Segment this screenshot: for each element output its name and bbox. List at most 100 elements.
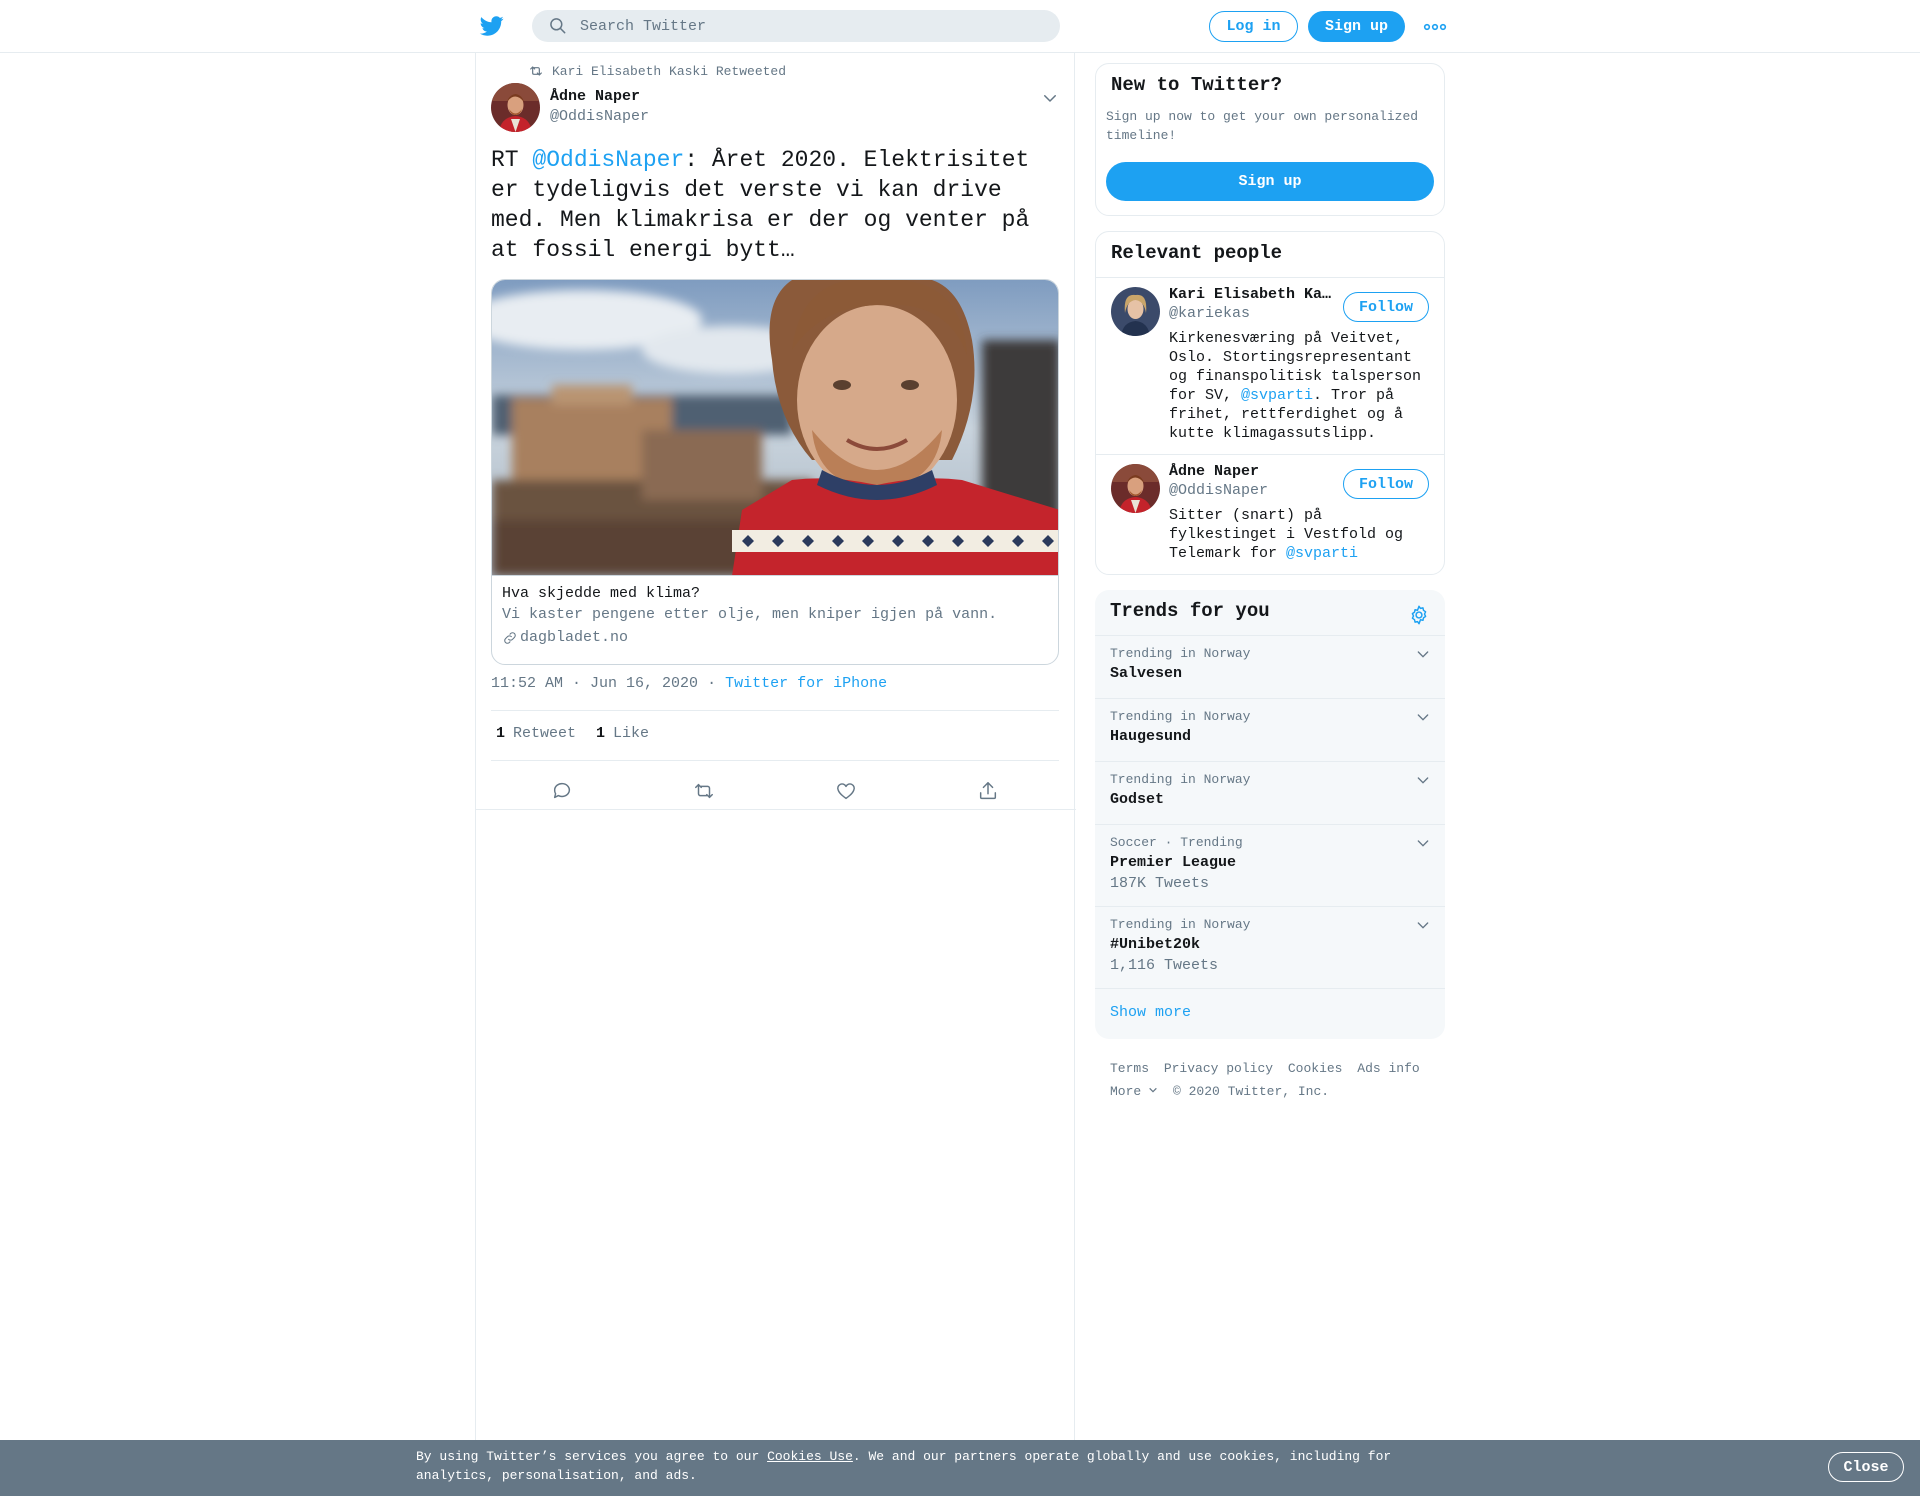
signup-panel: New to Twitter? Sign up now to get your … — [1095, 63, 1445, 216]
like-stat[interactable]: 1 Like — [596, 725, 649, 742]
person-bio: Sitter (snart) på fylkestinget i Vestfol… — [1169, 506, 1434, 563]
footer-more-button[interactable]: More — [1110, 1084, 1158, 1099]
trend-name[interactable]: Premier League — [1110, 854, 1236, 871]
card-domain: dagbladet.no — [502, 629, 628, 646]
signup-panel-button[interactable]: Sign up — [1106, 162, 1434, 201]
person-name[interactable]: Kari Elisabeth Ka… — [1169, 286, 1344, 303]
trend-item[interactable]: Trending in Norway Godset — [1095, 761, 1445, 824]
follow-button[interactable]: Follow — [1343, 469, 1429, 499]
tweet-author[interactable]: Ådne Naper @OddisNaper — [550, 87, 649, 127]
trend-context: Trending in Norway — [1110, 917, 1251, 932]
person-avatar-image — [1111, 287, 1160, 336]
tweet-source-link[interactable]: Twitter for iPhone — [725, 675, 887, 692]
footer-link-cookies[interactable]: Cookies — [1288, 1061, 1343, 1076]
retweet-icon — [530, 66, 542, 76]
search-input[interactable] — [580, 17, 1020, 35]
footer-link-terms[interactable]: Terms — [1110, 1061, 1149, 1076]
link-card[interactable]: Hva skjedde med klima? Vi kaster pengene… — [491, 279, 1059, 665]
cookies-use-link[interactable]: Cookies Use — [767, 1449, 853, 1464]
signup-button[interactable]: Sign up — [1308, 11, 1405, 42]
person-handle[interactable]: @kariekas — [1169, 305, 1250, 322]
person-item[interactable]: Ådne Naper @OddisNaper Follow Sitter (sn… — [1096, 455, 1444, 574]
like-count: 1 — [596, 725, 606, 742]
share-button[interactable] — [917, 771, 1059, 811]
card-title[interactable]: Hva skjedde med klima? — [502, 585, 700, 602]
top-bar: Log in Sign up — [0, 0, 1920, 53]
meta-separator: · — [707, 675, 717, 692]
card-description: Vi kaster pengene etter olje, men kniper… — [502, 606, 998, 623]
trend-name[interactable]: Salvesen — [1110, 665, 1182, 682]
trend-item[interactable]: Soccer · Trending Premier League 187K Tw… — [1095, 824, 1445, 906]
tweet-text-prefix: RT — [491, 147, 533, 173]
cookie-bar: By using Twitter’s services you agree to… — [0, 1440, 1920, 1496]
author-avatar-image — [491, 83, 540, 132]
bio-mention-link[interactable]: @svparti — [1241, 387, 1313, 404]
cookie-text-before: By using Twitter’s services you agree to… — [416, 1449, 768, 1464]
chevron-down-icon[interactable] — [1415, 772, 1431, 788]
tweet-timestamp[interactable]: 11:52 AM · Jun 16, 2020 — [491, 675, 698, 692]
avatar[interactable] — [1111, 287, 1160, 336]
footer-more-label: More — [1110, 1084, 1142, 1099]
signup-panel-title: New to Twitter? — [1111, 74, 1283, 96]
trend-tweet-count: 1,116 Tweets — [1110, 957, 1219, 974]
trend-name[interactable]: Godset — [1110, 791, 1164, 808]
avatar[interactable] — [491, 83, 540, 132]
close-button[interactable]: Close — [1828, 1452, 1904, 1482]
tweet-stats: 1 Retweet 1 Like — [496, 725, 649, 742]
login-button[interactable]: Log in — [1209, 11, 1298, 42]
author-handle[interactable]: @OddisNaper — [550, 107, 649, 127]
tweet-meta: 11:52 AM · Jun 16, 2020 · Twitter for iP… — [491, 675, 887, 692]
chevron-down-icon — [1149, 1087, 1157, 1093]
more-dots-icon[interactable] — [1423, 20, 1447, 34]
retweet-button[interactable] — [633, 771, 775, 811]
footer-links-row: Terms Privacy policy Cookies Ads info — [1110, 1057, 1440, 1080]
footer-row-2: More © 2020 Twitter, Inc. — [1110, 1080, 1440, 1103]
trend-item[interactable]: Trending in Norway #Unibet20k 1,116 Twee… — [1095, 906, 1445, 988]
follow-button[interactable]: Follow — [1343, 292, 1429, 322]
bio-mention-link[interactable]: @svparti — [1286, 545, 1358, 562]
person-name[interactable]: Ådne Naper — [1169, 463, 1344, 480]
retweet-count: 1 — [496, 725, 506, 742]
trend-item[interactable]: Trending in Norway Salvesen — [1095, 635, 1445, 698]
search-icon — [550, 18, 566, 34]
relevant-people-panel: Relevant people Kari Elisabeth Ka… @kari… — [1095, 231, 1445, 575]
trend-context: Trending in Norway — [1110, 772, 1251, 787]
person-item[interactable]: Kari Elisabeth Ka… @kariekas Follow Kirk… — [1096, 278, 1444, 442]
cookie-text: By using Twitter’s services you agree to… — [416, 1447, 1416, 1485]
retweet-stat[interactable]: 1 Retweet — [496, 725, 576, 742]
person-handle[interactable]: @OddisNaper — [1169, 482, 1268, 499]
card-domain-text: dagbladet.no — [520, 629, 629, 646]
chevron-down-icon[interactable] — [1415, 709, 1431, 725]
trend-item[interactable]: Trending in Norway Haugesund — [1095, 698, 1445, 761]
trend-name[interactable]: #Unibet20k — [1110, 936, 1200, 953]
avatar[interactable] — [1111, 464, 1160, 513]
like-button[interactable] — [775, 771, 917, 811]
gear-icon[interactable] — [1408, 604, 1430, 626]
person-bio: Kirkenesværing på Veitvet, Oslo. Stortin… — [1169, 329, 1434, 443]
footer-link-privacy[interactable]: Privacy policy — [1164, 1061, 1273, 1076]
trend-context: Trending in Norway — [1110, 709, 1251, 724]
chevron-down-icon[interactable] — [1415, 917, 1431, 933]
reply-button[interactable] — [491, 771, 633, 811]
tweet-column: Kari Elisabeth Kaski Retweeted Ådne Nape… — [475, 53, 1076, 1496]
author-name[interactable]: Ådne Naper — [550, 87, 649, 107]
reply-icon — [553, 782, 571, 799]
share-icon — [979, 782, 997, 800]
trend-tweet-count: 187K Tweets — [1110, 875, 1210, 892]
footer: Terms Privacy policy Cookies Ads info Mo… — [1110, 1057, 1440, 1103]
show-more-link[interactable]: Show more — [1110, 1004, 1191, 1021]
tweet-mention-link[interactable]: @OddisNaper — [532, 147, 684, 173]
trend-name[interactable]: Haugesund — [1110, 728, 1191, 745]
search-box[interactable] — [532, 10, 1060, 42]
chevron-down-icon[interactable] — [1041, 89, 1059, 107]
footer-link-ads[interactable]: Ads info — [1357, 1061, 1419, 1076]
card-image[interactable] — [492, 280, 1058, 576]
chevron-down-icon[interactable] — [1415, 646, 1431, 662]
chevron-down-icon[interactable] — [1415, 835, 1431, 851]
trend-context: Soccer · Trending — [1110, 835, 1243, 850]
trends-title: Trends for you — [1110, 600, 1270, 622]
twitter-bird-icon[interactable] — [479, 14, 505, 38]
retweet-stat-label: Retweet — [513, 725, 577, 742]
retweeted-by-text[interactable]: Kari Elisabeth Kaski Retweeted — [552, 64, 786, 79]
card-photo — [492, 280, 1058, 575]
